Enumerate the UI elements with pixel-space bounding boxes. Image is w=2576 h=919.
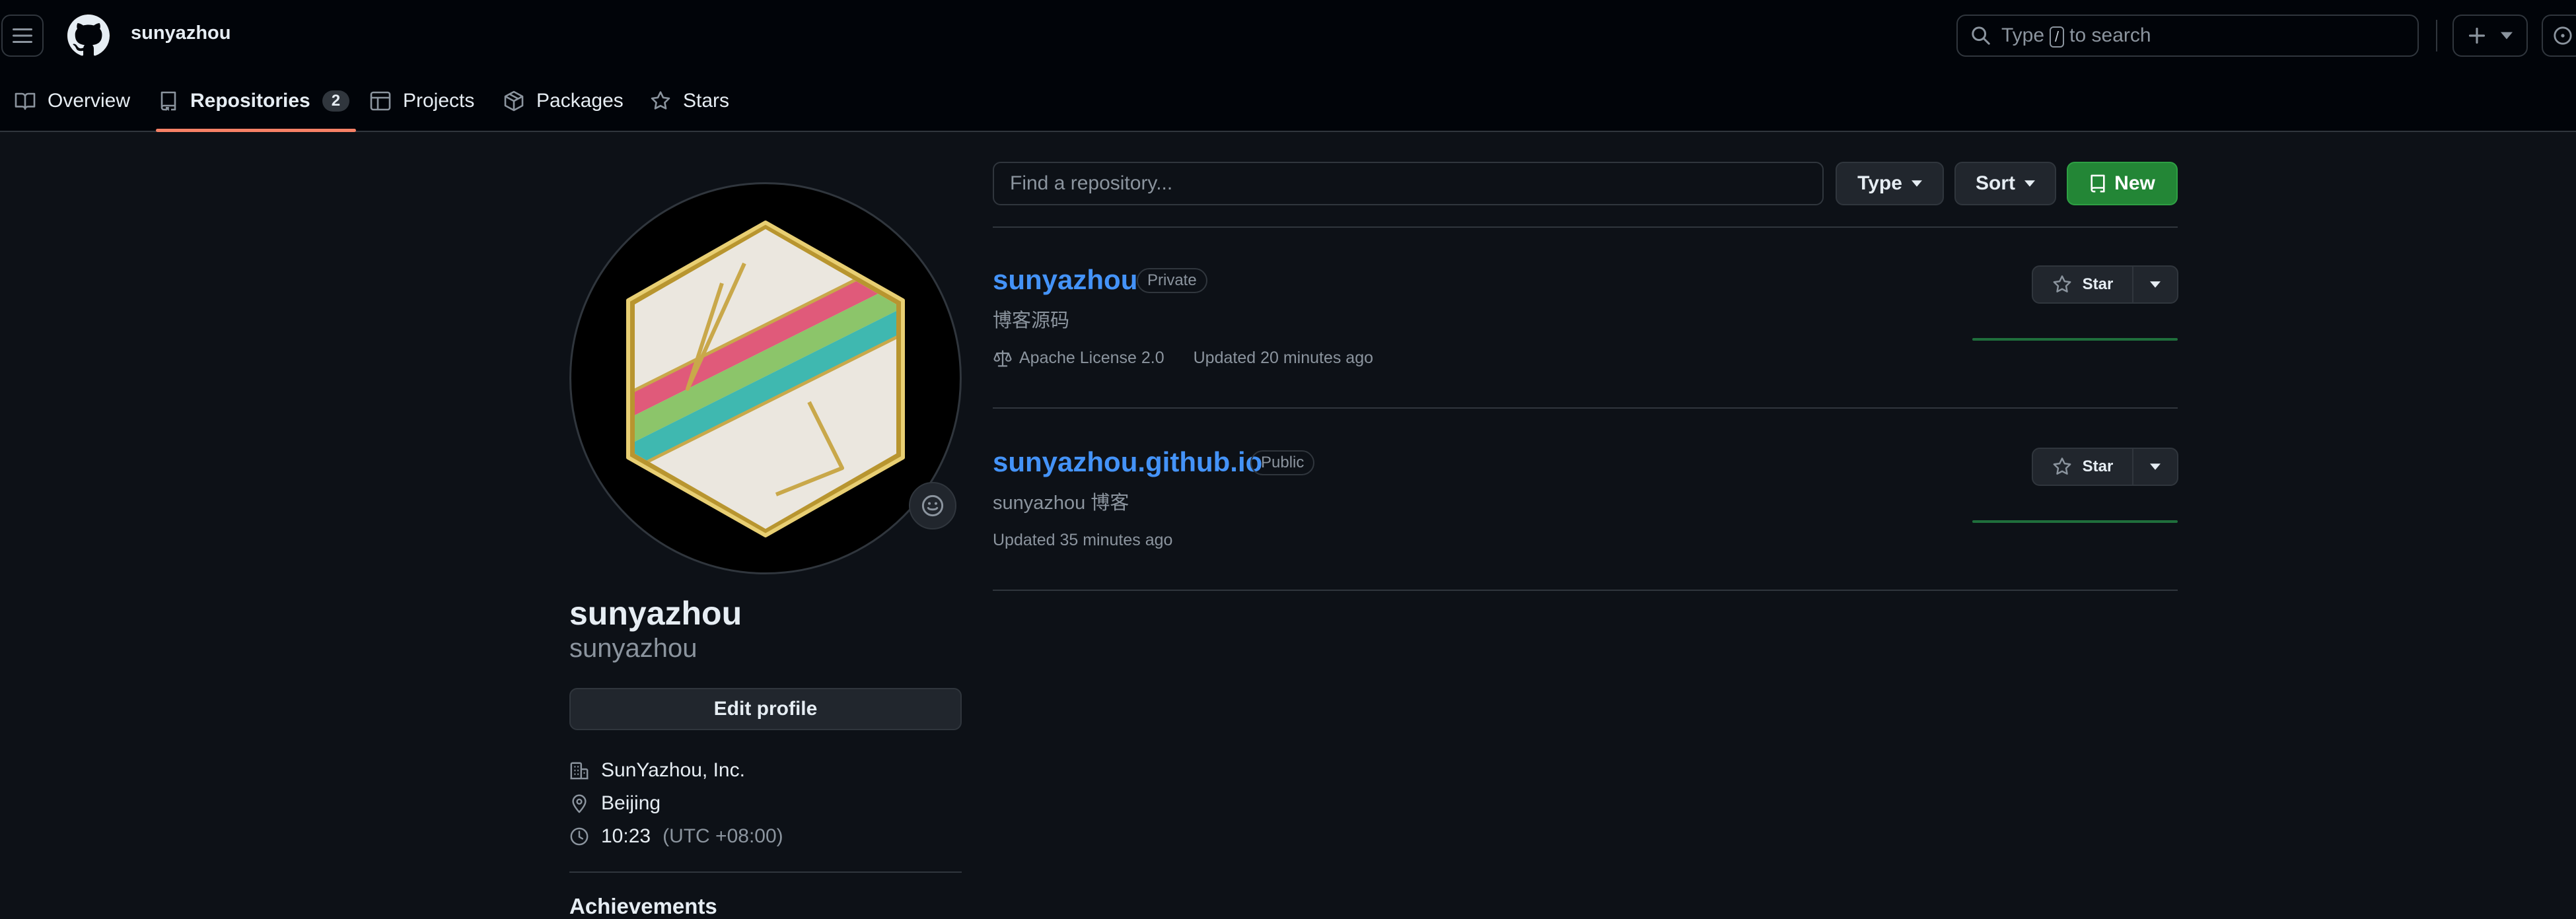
- tab-label: Stars: [683, 90, 730, 112]
- repo-name-link[interactable]: sunyazhou: [993, 264, 1137, 296]
- repo-updated: Updated 35 minutes ago: [993, 531, 1173, 549]
- tab-repositories[interactable]: Repositories 2: [156, 71, 357, 132]
- github-logo-icon[interactable]: [67, 15, 110, 57]
- location-icon: [569, 794, 589, 813]
- repo-meta: Apache License 2.0 Updated 20 minutes ag…: [993, 349, 1373, 368]
- repo-name-link[interactable]: sunyazhou.github.io: [993, 446, 1262, 478]
- triangle-down-icon: [2024, 180, 2035, 187]
- clock-icon: [569, 827, 589, 846]
- tab-overview[interactable]: Overview: [15, 71, 130, 131]
- visibility-badge: Private: [1137, 268, 1207, 293]
- issue-opened-icon: [2553, 26, 2573, 46]
- triangle-down-icon: [2150, 463, 2161, 470]
- star-button-group: Star: [2032, 448, 2178, 486]
- star-button-group: Star: [2032, 265, 2178, 304]
- search-placeholder: Type / to search: [2001, 24, 2151, 48]
- repo-icon: [2089, 174, 2106, 193]
- edit-profile-button[interactable]: Edit profile: [569, 688, 962, 730]
- header-divider: [2436, 20, 2437, 51]
- achievements-heading[interactable]: Achievements: [569, 894, 717, 919]
- star-button[interactable]: Star: [2033, 267, 2133, 302]
- divider: [569, 871, 962, 873]
- create-new-button[interactable]: [2452, 15, 2528, 57]
- set-status-button[interactable]: [909, 482, 956, 529]
- visibility-badge: Public: [1250, 450, 1315, 475]
- divider: [993, 590, 2178, 591]
- repo-description: 博客源码: [993, 310, 1070, 331]
- smiley-icon: [921, 494, 945, 518]
- plus-icon: [2468, 26, 2486, 45]
- activity-sparkline: [1972, 520, 2178, 523]
- menu-button[interactable]: [1, 15, 44, 57]
- repo-description: sunyazhou 博客: [993, 493, 1129, 514]
- new-repository-button[interactable]: New: [2067, 162, 2178, 205]
- list-item: sunyazhou.github.io Public sunyazhou 博客 …: [993, 446, 2178, 629]
- repo-meta: Updated 35 minutes ago: [993, 531, 1172, 550]
- header-username[interactable]: sunyazhou: [131, 22, 231, 44]
- star-button[interactable]: Star: [2033, 449, 2133, 485]
- profile-name: sunyazhou: [569, 595, 742, 632]
- book-icon: [15, 90, 36, 112]
- tab-label: Overview: [48, 90, 131, 112]
- star-list-dropdown[interactable]: [2133, 449, 2177, 485]
- list-item: sunyazhou Private 博客源码 Apache License 2.…: [993, 264, 2178, 446]
- activity-sparkline: [1972, 338, 2178, 341]
- divider: [993, 407, 2178, 409]
- tab-label: Repositories: [190, 90, 310, 112]
- triangle-down-icon: [2150, 281, 2161, 288]
- repo-updated: Updated 20 minutes ago: [1193, 349, 1374, 367]
- organization-icon: [569, 761, 589, 780]
- search-input[interactable]: Type / to search: [1956, 15, 2419, 57]
- hamburger-icon: [13, 27, 32, 44]
- profile-company: SunYazhou, Inc.: [569, 759, 745, 782]
- package-icon: [503, 90, 524, 112]
- repo-license: Apache License 2.0: [1019, 349, 1164, 367]
- star-icon: [650, 90, 671, 112]
- profile-login: sunyazhou: [569, 634, 698, 663]
- repo-count-badge: 2: [322, 90, 350, 112]
- avatar-badge-image: [626, 221, 905, 537]
- search-shortcut-key: /: [2050, 26, 2065, 48]
- divider: [993, 226, 2178, 228]
- search-icon: [1971, 26, 1991, 46]
- tab-stars[interactable]: Stars: [650, 71, 729, 131]
- profile-location: Beijing: [569, 792, 661, 815]
- tab-label: Projects: [403, 90, 475, 112]
- tab-projects[interactable]: Projects: [370, 71, 474, 131]
- law-icon: [993, 349, 1013, 368]
- star-list-dropdown[interactable]: [2133, 267, 2177, 302]
- star-icon: [2052, 457, 2072, 477]
- profile-avatar-container: [569, 182, 962, 574]
- table-icon: [370, 90, 391, 112]
- repo-icon: [159, 90, 178, 112]
- tab-label: Packages: [536, 90, 624, 112]
- issues-button[interactable]: [2542, 15, 2576, 57]
- tab-packages[interactable]: Packages: [503, 71, 624, 131]
- star-icon: [2052, 275, 2072, 294]
- find-repository-input[interactable]: [993, 162, 1824, 205]
- type-filter-button[interactable]: Type: [1836, 162, 1944, 205]
- app-header: sunyazhou Type / to search Overview Repo…: [0, 0, 2576, 132]
- avatar[interactable]: [569, 182, 962, 574]
- triangle-down-icon: [2500, 32, 2513, 40]
- triangle-down-icon: [1911, 180, 1922, 187]
- profile-local-time: 10:23 (UTC +08:00): [569, 825, 783, 848]
- sort-button[interactable]: Sort: [1954, 162, 2056, 205]
- profile-timezone: (UTC +08:00): [662, 825, 783, 847]
